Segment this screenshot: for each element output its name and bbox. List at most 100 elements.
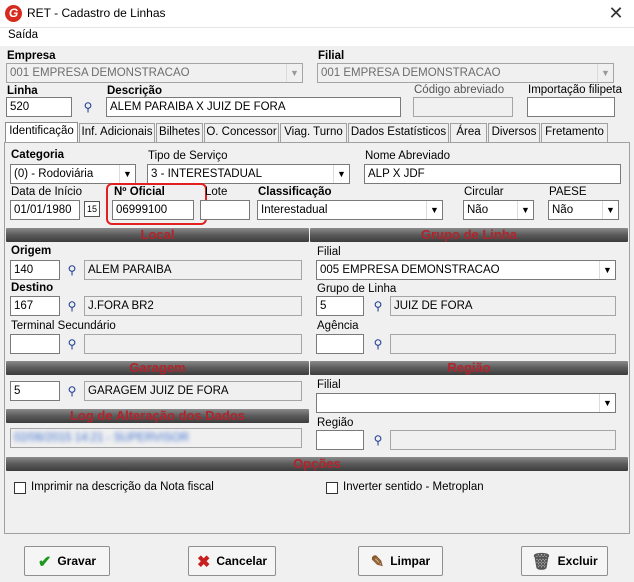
chevron-down-icon: ▼ — [119, 165, 135, 183]
empresa-label: Empresa — [7, 50, 56, 62]
terminal-code-input[interactable] — [10, 334, 60, 354]
trash-icon: 🗑 — [531, 554, 552, 571]
circular-label: Circular — [464, 186, 504, 198]
log-display: 02/06/2015 14:21 - SUPERVISOR — [10, 428, 302, 448]
binoculars-icon[interactable]: ⚲ — [370, 337, 386, 351]
gravar-button[interactable]: ✔ Gravar — [24, 546, 110, 576]
linha-label: Linha — [7, 85, 38, 97]
data-inicio-input[interactable]: 01/01/1980 — [10, 200, 80, 220]
paese-label: PAESE — [549, 186, 587, 198]
checkmark-icon: ✔ — [37, 554, 52, 571]
n-oficial-label: Nº Oficial — [114, 186, 165, 198]
classificacao-value: Interestadual — [261, 204, 328, 216]
terminal-secundario-label: Terminal Secundário — [11, 320, 116, 332]
opcoes-section-header: Opções — [6, 457, 628, 471]
binoculars-icon[interactable]: ⚲ — [80, 100, 96, 114]
grupo-filial-value: 005 EMPRESA DEMONSTRACAO — [320, 264, 500, 276]
chevron-down-icon: ▼ — [599, 261, 615, 279]
binoculars-icon[interactable]: ⚲ — [64, 299, 80, 313]
cancelar-button[interactable]: ✖ Cancelar — [188, 546, 276, 576]
circular-value: Não — [467, 204, 489, 216]
binoculars-icon[interactable]: ⚲ — [64, 263, 80, 277]
grupo-filial-select[interactable]: 005 EMPRESA DEMONSTRACAO ▼ — [316, 260, 616, 280]
tab-identificacao[interactable]: Identificação — [5, 122, 78, 143]
regiao-section-header: Região — [310, 361, 628, 375]
chevron-down-icon: ▼ — [597, 64, 613, 82]
binoculars-icon[interactable]: ⚲ — [370, 433, 386, 447]
chevron-down-icon: ▼ — [602, 201, 618, 219]
menu-saida[interactable]: Saída — [8, 29, 38, 41]
nome-abreviado-input[interactable]: ALP X JDF — [364, 164, 621, 184]
tab-bilhetes[interactable]: Bilhetes — [156, 123, 203, 142]
filial-label: Filial — [318, 50, 345, 62]
garagem-code-input[interactable]: 5 — [10, 381, 60, 401]
lote-input[interactable] — [200, 200, 250, 220]
destino-label: Destino — [11, 282, 54, 294]
log-section-header: Log de Alteração dos Dados — [6, 409, 309, 423]
grupo-section-header: Grupo de Linha — [310, 228, 628, 242]
binoculars-icon[interactable]: ⚲ — [64, 384, 80, 398]
binoculars-icon[interactable]: ⚲ — [64, 337, 80, 351]
circular-select[interactable]: Não ▼ — [463, 200, 534, 220]
origem-code-input[interactable]: 140 — [10, 260, 60, 280]
close-icon[interactable]: ✕ — [604, 3, 628, 23]
lote-label: Lote — [205, 186, 228, 198]
paese-select[interactable]: Não ▼ — [548, 200, 619, 220]
origem-label: Origem — [11, 245, 52, 257]
tab-fretamento[interactable]: Fretamento — [541, 123, 608, 142]
n-oficial-input[interactable]: 06999100 — [112, 200, 194, 220]
log-value: 02/06/2015 14:21 - SUPERVISOR — [14, 432, 189, 444]
importacao-filipeta-input[interactable] — [527, 97, 615, 117]
empresa-value: 001 EMPRESA DEMONSTRACAO — [10, 67, 190, 79]
tab-o-concessor[interactable]: O. Concessor — [204, 123, 279, 142]
calendar-icon[interactable]: 15 — [84, 201, 100, 217]
binoculars-icon[interactable]: ⚲ — [370, 299, 386, 313]
destino-code-input[interactable]: 167 — [10, 296, 60, 316]
imprimir-checkbox[interactable] — [14, 482, 26, 494]
tab-diversos[interactable]: Diversos — [488, 123, 540, 142]
tab-area[interactable]: Área — [450, 123, 487, 142]
tipo-servico-select[interactable]: 3 - INTERESTADUAL ▼ — [147, 164, 350, 184]
inverter-label: Inverter sentido - Metroplan — [343, 481, 484, 493]
origem-name-display: ALEM PARAIBA — [84, 260, 302, 280]
limpar-label: Limpar — [390, 554, 431, 568]
cancelar-label: Cancelar — [216, 554, 268, 568]
broom-icon: ✎ — [370, 554, 385, 571]
x-mark-icon: ✖ — [196, 554, 211, 571]
importacao-filipeta-label: Importação filipeta — [528, 84, 622, 96]
tipo-servico-value: 3 - INTERESTADUAL — [151, 168, 262, 180]
chevron-down-icon: ▼ — [517, 201, 533, 219]
paese-value: Não — [552, 204, 574, 216]
agencia-label: Agência — [317, 320, 359, 332]
tab-dados-estatisticos[interactable]: Dados Estatísticos — [348, 123, 449, 142]
tab-inf-adicionais[interactable]: Inf. Adicionais — [79, 123, 155, 142]
classificacao-select[interactable]: Interestadual ▼ — [257, 200, 443, 220]
filial-select[interactable]: 001 EMPRESA DEMONSTRACAO ▼ — [317, 63, 614, 83]
grupo-filial-label: Filial — [317, 246, 341, 258]
categoria-select[interactable]: (0) - Rodoviária ▼ — [10, 164, 136, 184]
descricao-label: Descrição — [107, 85, 162, 97]
chevron-down-icon: ▼ — [426, 201, 442, 219]
grupo-linha-code-input[interactable]: 5 — [316, 296, 364, 316]
gravar-label: Gravar — [57, 554, 97, 568]
regiao-code-input[interactable] — [316, 430, 364, 450]
inverter-checkbox[interactable] — [326, 482, 338, 494]
descricao-input[interactable]: ALEM PARAIBA X JUIZ DE FORA — [106, 97, 401, 117]
excluir-button[interactable]: 🗑 Excluir — [521, 546, 608, 576]
limpar-button[interactable]: ✎ Limpar — [358, 546, 443, 576]
chevron-down-icon: ▼ — [286, 64, 302, 82]
menu-bar: Saída — [0, 28, 634, 46]
grupo-linha-label: Grupo de Linha — [317, 283, 397, 295]
nome-abreviado-label: Nome Abreviado — [365, 150, 451, 162]
linha-input[interactable]: 520 — [6, 97, 72, 117]
data-inicio-label: Data de Início — [11, 186, 82, 198]
garagem-section-header: Garagem — [6, 361, 309, 375]
agencia-code-input[interactable] — [316, 334, 364, 354]
tab-viag-turno[interactable]: Viag. Turno — [280, 123, 347, 142]
local-section-header: Local — [6, 228, 309, 242]
codigo-abreviado-input[interactable] — [413, 97, 513, 117]
regiao-filial-select[interactable]: ▼ — [316, 393, 616, 413]
regiao-label: Região — [317, 417, 354, 429]
empresa-select[interactable]: 001 EMPRESA DEMONSTRACAO ▼ — [6, 63, 303, 83]
app-logo-icon: G — [5, 5, 22, 22]
